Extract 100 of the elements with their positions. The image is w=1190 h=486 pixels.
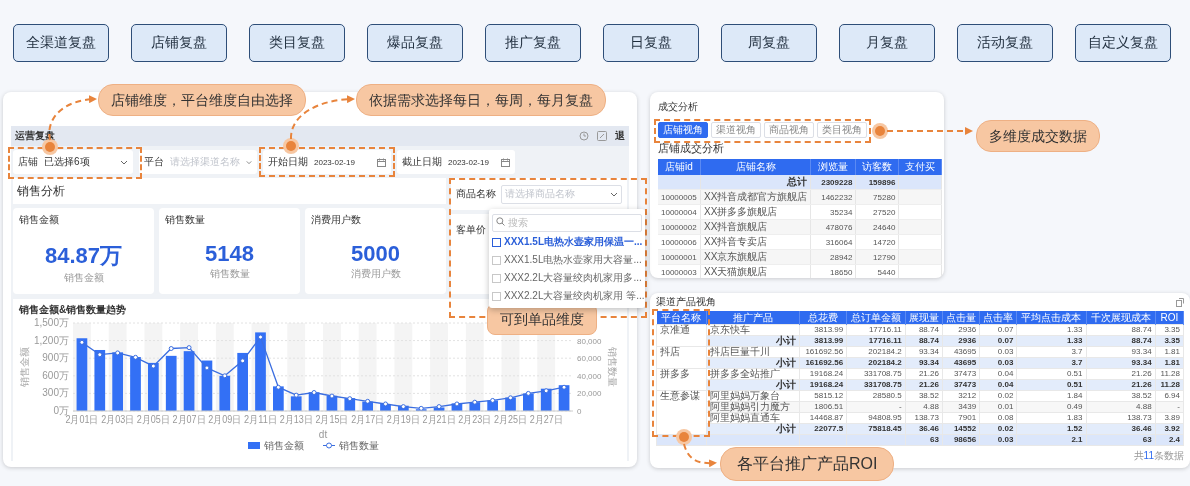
kpi-caption: 销售金额 (63, 271, 104, 285)
table-cell: 3.7 (1016, 346, 1086, 358)
axis-label: 2月05日 (136, 414, 174, 425)
callout-label: 多维度成交数据 (976, 120, 1100, 152)
table-cell: 3.7 (1016, 357, 1086, 369)
table-cell: 28580.5 (846, 390, 906, 402)
table-cell: 93.34 (905, 346, 943, 358)
table-cell: 0.49 (1016, 401, 1086, 413)
table-cell: 138.73 (905, 412, 943, 424)
table-cell: 3.35 (1155, 335, 1184, 347)
table-cell: 21.26 (1086, 379, 1156, 391)
kpi-caption: 销售数量 (209, 267, 250, 281)
table-cell: 37473 (942, 379, 980, 391)
table-cell: 阿里妈妈万象台 (706, 390, 800, 402)
axis-title: dt (318, 429, 328, 440)
table-title: 店铺成交分析 (658, 141, 725, 156)
table-cell: 63 (905, 434, 943, 446)
table-cell: 7901 (942, 412, 980, 424)
table-cell: 37473 (942, 368, 980, 380)
filter-label: 开始日期 (268, 155, 308, 169)
table-cell: 14720 (855, 234, 899, 250)
table-cell: 0.08 (979, 412, 1017, 424)
table-cell: 17716.11 (846, 335, 906, 347)
axis-label: 2月27日 (529, 414, 567, 425)
table-cell: 11.28 (1155, 368, 1184, 380)
table-cell: 3.92 (1155, 423, 1184, 435)
table-cell: 14552 (942, 423, 980, 435)
callout-label: 店铺维度，平台维度自由选择 (98, 84, 306, 116)
legend-label: 销售数量 (339, 440, 379, 451)
table-cell: 36.46 (1086, 423, 1156, 435)
kpi-title: 销售金额 (19, 213, 59, 227)
table-cell: 3.89 (1155, 412, 1184, 424)
callout-label: 各平台推广产品ROI (720, 447, 895, 481)
table-cell: 京准通 (656, 324, 707, 347)
kpi-title: 客单价 (456, 224, 486, 235)
table-cell: 75818.45 (846, 423, 906, 435)
table-cell: 小计 (706, 335, 800, 347)
table-cell: 38.52 (905, 390, 943, 402)
table-cell: 331708.75 (846, 368, 906, 380)
axis-label: 2月15日 (315, 414, 353, 425)
table-cell: 202184.2 (846, 357, 906, 369)
table-cell: 38.52 (1086, 390, 1156, 402)
kpi-caption: 消费用户数 (350, 267, 401, 281)
table-cell: 22077.5 (799, 423, 847, 435)
table-cell: XX拼多多旗舰店 (700, 204, 811, 220)
filter-label: 店铺 (18, 155, 38, 169)
kpi-value: 84.87万 (44, 242, 123, 270)
axis-title: 销售数量 (607, 347, 617, 387)
table-cell: 1.52 (1016, 423, 1086, 435)
axis-label: 2月17日 (351, 414, 388, 425)
table-cell: 2936 (942, 324, 980, 336)
table-cell: 43695 (942, 357, 980, 369)
axis-label: 2月01日 (65, 414, 103, 425)
axis-title: 销售金额 (19, 347, 30, 387)
axis-label: 80,000 (577, 336, 602, 346)
axis-label: 20,000 (577, 389, 602, 399)
table-cell: 阿里妈妈引力魔方 (706, 401, 800, 413)
table-cell: 88.74 (905, 324, 943, 336)
table-cell: 21.26 (905, 368, 943, 380)
table-cell: 0.51 (1016, 379, 1086, 391)
kpi-title: 消费用户数 (311, 213, 361, 227)
table-cell: 0.04 (979, 368, 1017, 380)
table-cell: 94808.95 (846, 412, 906, 424)
axis-label: 2月23日 (458, 414, 495, 425)
card-title: 渠道产品视角 (656, 295, 716, 309)
table-cell: 0.51 (1016, 368, 1086, 380)
table-cell: 17716.11 (846, 324, 906, 336)
date-value: 2023-02-19 (314, 157, 356, 167)
table-cell: 拼多多全站推广 (706, 368, 800, 380)
table-cell: 88.74 (905, 335, 943, 347)
table-cell: 331708.75 (846, 379, 906, 391)
table-cell: 4.88 (1086, 401, 1156, 413)
table-cell: 抖店 (656, 346, 707, 369)
table-cell: 1.33 (1016, 324, 1086, 336)
table-cell: 43695 (942, 346, 980, 358)
legend-label: 销售金额 (264, 440, 304, 451)
table-cell: 63 (1086, 434, 1156, 446)
table-cell: 1.84 (1016, 390, 1086, 402)
table-cell: 1.83 (1016, 412, 1086, 424)
table-cell: 11.28 (1155, 379, 1184, 391)
table-cell: 202184.2 (846, 346, 906, 358)
table-cell: 18650 (810, 264, 856, 278)
filter-label: 截止日期 (402, 155, 442, 169)
table-cell: 2.1 (1016, 434, 1086, 446)
table-cell: 21.26 (1086, 368, 1156, 380)
table-cell: 161692.56 (799, 357, 847, 369)
table-cell: 1.81 (1155, 357, 1184, 369)
axis-label: 0万 (53, 405, 69, 416)
callout-label: 依据需求选择每日，每周，每月复盘 (356, 84, 606, 116)
table-cell: - (1155, 401, 1184, 413)
axis-label: 2月19日 (386, 414, 424, 425)
table-cell: 小计 (706, 357, 800, 369)
table-cell: 0.02 (979, 390, 1017, 402)
table-cell: 3.35 (1155, 324, 1184, 336)
select-value: 已选择6项 (44, 155, 91, 169)
axis-label: 1,200万 (33, 334, 69, 346)
table-cell: 拼多多 (656, 368, 707, 391)
table-cell: 10000004 (658, 204, 701, 220)
table-cell: 3813.99 (799, 335, 847, 347)
kpi-value: 5000 (351, 241, 400, 267)
